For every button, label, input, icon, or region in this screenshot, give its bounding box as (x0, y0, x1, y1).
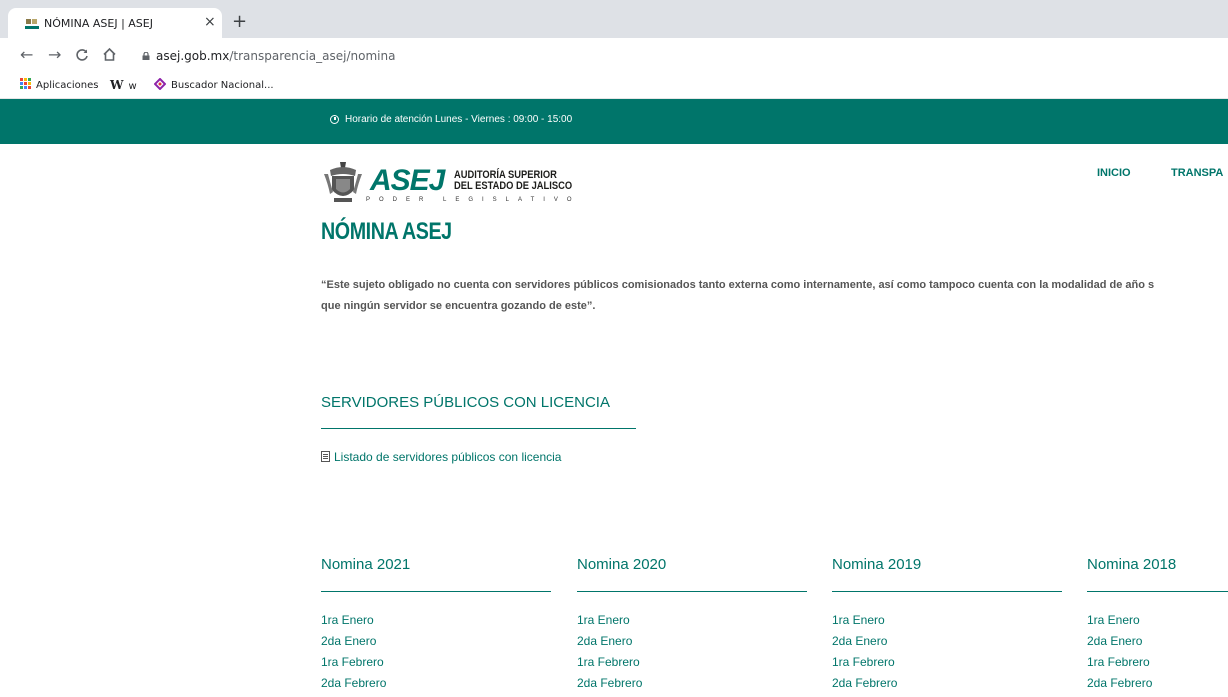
document-icon (321, 451, 330, 462)
url-path: /transparencia_asej/nomina (229, 49, 396, 63)
column-title: Nomina 2021 (321, 556, 411, 573)
office-hours-text: Horario de atención Lunes - Viernes : 09… (345, 114, 573, 125)
license-section-title: SERVIDORES PÚBLICOS CON LICENCIA (321, 394, 610, 411)
payroll-link[interactable]: 1ra Enero (321, 613, 551, 634)
apps-grid-icon (20, 78, 31, 89)
column-title: Nomina 2019 (832, 556, 922, 573)
wikipedia-icon: W (110, 78, 124, 92)
new-tab-button[interactable]: + (232, 13, 247, 31)
tab-close-icon[interactable]: × (204, 14, 216, 30)
payroll-link[interactable]: 2da Enero (1087, 634, 1228, 655)
payroll-column-2020: Nomina 2020 1ra Enero 2da Enero 1ra Febr… (577, 556, 807, 697)
payroll-link[interactable]: 2da Enero (321, 634, 551, 655)
bookmark-label: w (128, 81, 137, 92)
site-favicon-icon (25, 19, 39, 29)
bookmark-logo-icon (153, 77, 167, 91)
logo-tagline: PODER LEGISLATIVO (366, 197, 581, 203)
site-logo[interactable]: ASEJ AUDITORÍA SUPERIOR DEL ESTADO DE JA… (322, 160, 572, 208)
browser-tab-strip: NÓMINA ASEJ | ASEJ × + (0, 0, 1228, 38)
browser-tab[interactable]: NÓMINA ASEJ | ASEJ × (8, 8, 222, 38)
payroll-link[interactable]: 2da Enero (832, 634, 1062, 655)
payroll-column-2019: Nomina 2019 1ra Enero 2da Enero 1ra Febr… (832, 556, 1062, 697)
column-divider (832, 591, 1062, 592)
home-icon[interactable] (102, 47, 117, 62)
notice-line-1: “Este sujeto obligado no cuenta con serv… (321, 279, 1155, 291)
site-top-bar: Horario de atención Lunes - Viernes : 09… (0, 99, 1228, 144)
payroll-link[interactable]: 1ra Febrero (1087, 655, 1228, 676)
bookmarks-bar: Aplicaciones Ww Buscador Nacional... (0, 74, 1228, 99)
nav-transparencia[interactable]: TRANSPA (1171, 167, 1223, 179)
payroll-column-2018: Nomina 2018 1ra Enero 2da Enero 1ra Febr… (1087, 556, 1228, 697)
browser-toolbar: ← → asej.gob.mx/transparencia_asej/nomin… (0, 38, 1228, 74)
payroll-link[interactable]: 1ra Febrero (321, 655, 551, 676)
address-bar[interactable]: asej.gob.mx/transparencia_asej/nomina (156, 49, 395, 63)
clock-icon (330, 115, 339, 124)
page-title: NÓMINA ASEJ (321, 218, 452, 245)
column-divider (577, 591, 807, 592)
bookmark-label: Aplicaciones (36, 80, 99, 91)
bookmark-wikipedia[interactable]: Ww (110, 78, 137, 94)
payroll-link[interactable]: 1ra Febrero (577, 655, 807, 676)
license-list-link-label: Listado de servidores públicos con licen… (334, 450, 562, 464)
bookmark-apps[interactable]: Aplicaciones (20, 78, 98, 93)
column-title: Nomina 2020 (577, 556, 667, 573)
bookmark-buscador[interactable]: Buscador Nacional... (153, 77, 274, 93)
coat-of-arms-icon (324, 162, 362, 202)
license-list-link[interactable]: Listado de servidores públicos con licen… (321, 450, 561, 464)
payroll-link[interactable]: 2da Febrero (321, 676, 551, 697)
payroll-link[interactable]: 2da Febrero (832, 676, 1062, 697)
payroll-link[interactable]: 1ra Enero (577, 613, 807, 634)
url-domain: asej.gob.mx (156, 49, 230, 63)
lock-icon[interactable] (142, 52, 150, 60)
payroll-link[interactable]: 1ra Enero (1087, 613, 1228, 634)
payroll-link[interactable]: 2da Enero (577, 634, 807, 655)
bookmark-label: Buscador Nacional... (171, 80, 274, 91)
forward-arrow-icon[interactable]: → (48, 44, 61, 66)
section-divider (321, 428, 636, 429)
notice-line-2: que ningún servidor se encuentra gozando… (321, 300, 596, 312)
column-title: Nomina 2018 (1087, 556, 1177, 573)
payroll-link[interactable]: 2da Febrero (577, 676, 807, 697)
tab-title: NÓMINA ASEJ | ASEJ (44, 17, 153, 30)
column-divider (1087, 591, 1228, 592)
nav-inicio[interactable]: INICIO (1097, 167, 1131, 179)
payroll-link[interactable]: 1ra Enero (832, 613, 1062, 634)
column-divider (321, 591, 551, 592)
logo-brand: ASEJ (370, 164, 445, 197)
reload-icon[interactable] (75, 48, 89, 62)
notice-text: “Este sujeto obligado no cuenta con serv… (321, 275, 1221, 317)
payroll-column-2021: Nomina 2021 1ra Enero 2da Enero 1ra Febr… (321, 556, 551, 697)
payroll-link[interactable]: 2da Febrero (1087, 676, 1228, 697)
office-hours: Horario de atención Lunes - Viernes : 09… (330, 114, 572, 125)
back-arrow-icon[interactable]: ← (20, 44, 33, 66)
logo-line-2: DEL ESTADO DE JALISCO (454, 180, 573, 192)
payroll-link[interactable]: 1ra Febrero (832, 655, 1062, 676)
